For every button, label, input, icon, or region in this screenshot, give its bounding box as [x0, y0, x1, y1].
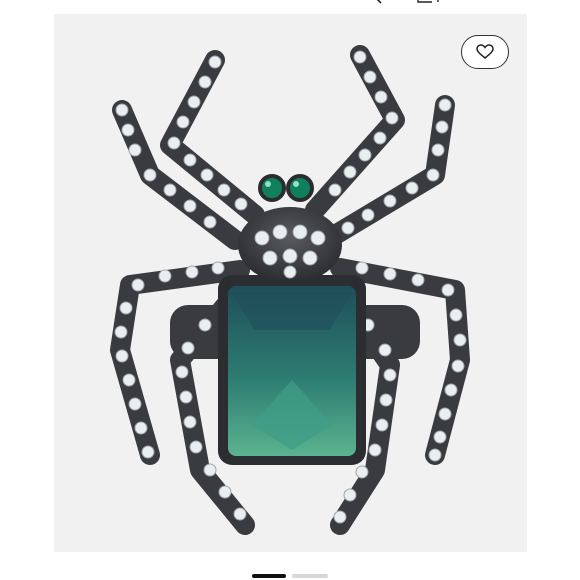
favorite-button[interactable]	[461, 35, 509, 69]
heart-icon	[476, 44, 494, 60]
top-bar	[0, 0, 580, 14]
image-pager	[0, 574, 580, 580]
product-image[interactable]	[54, 14, 527, 552]
spider-ring-image	[110, 45, 470, 535]
pager-dot-2[interactable]	[292, 574, 328, 578]
search-icon[interactable]	[372, 0, 386, 6]
pager-dot-1[interactable]	[252, 574, 286, 578]
cart-icon[interactable]	[416, 0, 446, 6]
